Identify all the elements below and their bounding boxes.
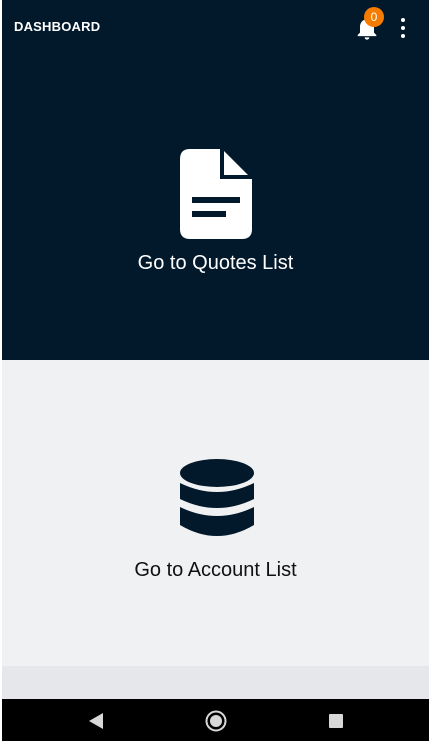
quotes-list-tile[interactable]: Go to Quotes List (2, 56, 429, 360)
more-vert-icon[interactable] (394, 15, 412, 41)
system-nav-bar (2, 699, 429, 741)
app-bar: DASHBOARD 0 (2, 0, 429, 56)
recents-square-icon[interactable] (324, 709, 348, 733)
document-icon (180, 149, 252, 239)
tile-strip (2, 666, 429, 699)
account-list-label: Go to Account List (134, 559, 297, 581)
account-list-tile[interactable]: Go to Account List (2, 360, 429, 666)
notification-badge: 0 (364, 7, 384, 27)
database-icon (180, 459, 254, 536)
quotes-list-label: Go to Quotes List (137, 252, 294, 274)
page-title: DASHBOARD (14, 19, 101, 34)
app-screen: DASHBOARD 0 Go to Quotes List Go to Acco… (2, 0, 429, 741)
back-triangle-icon[interactable] (84, 709, 108, 733)
home-circle-icon[interactable] (204, 709, 228, 733)
